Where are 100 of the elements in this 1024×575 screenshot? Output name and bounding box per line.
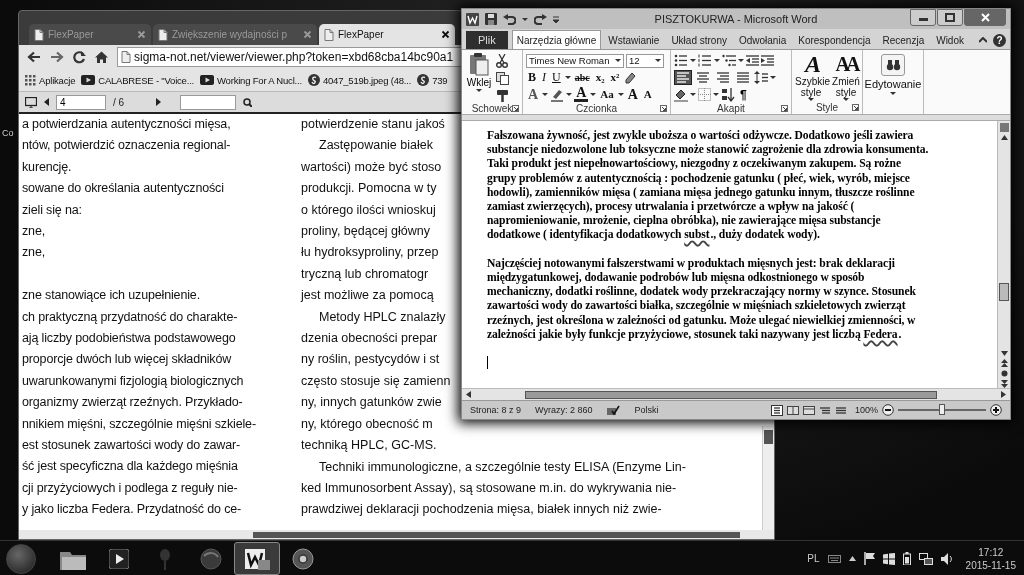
ribbon-tab[interactable]: Widok	[931, 30, 969, 49]
vertical-scrollbar[interactable]	[762, 426, 774, 530]
launcher-icon[interactable]	[852, 104, 859, 111]
ribbon-tab[interactable]: Narzędzia główne	[511, 30, 602, 49]
search-field[interactable]	[180, 94, 237, 110]
bullets-icon[interactable]	[674, 54, 688, 67]
caret-icon[interactable]	[615, 59, 621, 62]
zoom-slider-thumb[interactable]	[939, 404, 945, 415]
editing-button[interactable]: Edytowanie	[866, 52, 920, 95]
vertical-scrollbar[interactable]	[997, 121, 1010, 388]
increase-indent-icon[interactable]	[761, 54, 774, 67]
clear-formatting-icon[interactable]	[623, 71, 637, 84]
caret-icon[interactable]	[566, 93, 573, 96]
taskbar-app[interactable]	[234, 542, 280, 575]
format-button[interactable]: x²	[608, 70, 622, 85]
help-button[interactable]: ?	[993, 33, 1006, 47]
ribbon-tab[interactable]: Odwołania	[733, 30, 792, 49]
format-button[interactable]: abc	[572, 70, 592, 85]
address-field[interactable]: sigma-not.net/viewer/viewer.php?token=xbd68cba14bc90a1	[117, 47, 461, 67]
page-number-field[interactable]: 4	[56, 94, 106, 110]
highlighter-icon[interactable]	[550, 87, 565, 102]
shading-icon[interactable]	[674, 87, 688, 102]
horizontal-scrollbar[interactable]	[462, 388, 1010, 400]
start-button[interactable]	[6, 543, 36, 574]
print-layout-icon[interactable]	[770, 404, 783, 416]
save-icon[interactable]	[485, 13, 497, 25]
minimize-button[interactable]	[910, 9, 936, 26]
align-button[interactable]	[714, 70, 732, 85]
forward-icon[interactable]	[50, 51, 64, 63]
caret-icon[interactable]	[522, 17, 528, 21]
scroll-up-icon[interactable]	[1000, 135, 1008, 140]
bookmark[interactable]: Working For A Nucl...	[200, 74, 302, 86]
redo-icon[interactable]	[534, 13, 547, 25]
caret-icon[interactable]	[690, 59, 696, 62]
scroll-left-icon[interactable]	[466, 391, 471, 398]
previous-page-icon[interactable]	[1000, 359, 1008, 367]
caret-icon[interactable]	[843, 98, 849, 101]
format-button[interactable]: U	[550, 70, 563, 85]
caret-icon[interactable]	[713, 93, 719, 96]
monitor-icon[interactable]	[25, 96, 37, 108]
collapse-ribbon-icon[interactable]	[979, 37, 987, 43]
bookmark[interactable]: 739	[417, 74, 448, 86]
windows-logo-icon[interactable]	[882, 552, 895, 565]
caret-icon[interactable]	[890, 92, 896, 95]
page-indicator[interactable]: Strona: 8 z 9	[470, 405, 522, 415]
caret-icon[interactable]	[714, 59, 720, 62]
home-icon[interactable]	[95, 51, 108, 63]
browse-object-icon[interactable]	[1000, 370, 1008, 377]
full-screen-reading-icon[interactable]	[786, 404, 799, 416]
network-icon[interactable]	[918, 552, 933, 565]
align-button[interactable]	[734, 70, 752, 85]
search-icon[interactable]	[243, 97, 253, 107]
battery-icon[interactable]	[902, 552, 911, 565]
styles-button[interactable]: AA Zmień style	[830, 52, 862, 101]
next-page-icon[interactable]	[156, 98, 162, 106]
customize-menu-icon[interactable]	[553, 15, 559, 23]
font-effect-button[interactable]: A	[574, 87, 589, 102]
shrink-font-button[interactable]: A	[641, 87, 654, 102]
format-painter-icon[interactable]	[496, 89, 509, 103]
multilevel-list-icon[interactable]	[722, 54, 736, 67]
word-count[interactable]: Wyrazy: 2 860	[535, 405, 593, 415]
close-icon[interactable]	[441, 30, 450, 39]
font-effect-button[interactable]: Aa	[598, 87, 616, 102]
draft-icon[interactable]	[834, 404, 847, 416]
volume-icon[interactable]	[940, 552, 952, 565]
caret-icon[interactable]	[738, 59, 744, 62]
line-spacing-icon[interactable]	[754, 71, 768, 84]
undo-icon[interactable]	[503, 13, 516, 25]
desktop-icon-label[interactable]: Co	[2, 128, 14, 138]
scissors-icon[interactable]	[496, 54, 508, 68]
scroll-thumb[interactable]	[999, 283, 1009, 301]
proofing-icon[interactable]	[606, 404, 621, 416]
bookmark[interactable]: 4047_519b.jpeg (48...	[307, 74, 412, 86]
zoom-out-icon[interactable]	[882, 404, 894, 416]
align-button[interactable]	[694, 70, 712, 85]
maximize-button[interactable]	[937, 9, 963, 26]
launcher-icon[interactable]	[781, 104, 788, 112]
zoom-level[interactable]: 100%	[854, 405, 878, 415]
word-app-icon[interactable]	[466, 12, 479, 26]
flag-icon[interactable]	[863, 552, 875, 565]
clock[interactable]: 17:12 2015-11-15	[965, 546, 1016, 571]
caret-icon[interactable]	[808, 98, 814, 101]
scroll-right-icon[interactable]	[1001, 391, 1006, 398]
sort-icon[interactable]	[721, 87, 735, 102]
show-hidden-icons-icon[interactable]	[848, 556, 856, 561]
decrease-indent-icon[interactable]	[746, 54, 759, 67]
outline-icon[interactable]	[818, 404, 831, 416]
close-button[interactable]	[964, 9, 1006, 26]
font-name-field[interactable]: Times New Roman	[526, 53, 624, 68]
numbering-icon[interactable]	[698, 54, 712, 67]
caret-icon[interactable]	[590, 93, 597, 96]
language-indicator[interactable]: Polski	[634, 405, 659, 415]
ribbon-tab[interactable]: Układ strony	[666, 30, 732, 49]
grow-font-button[interactable]: A	[625, 87, 640, 102]
copy-icon[interactable]	[496, 72, 509, 85]
bookmark[interactable]: Aplikacje	[25, 74, 76, 86]
caret-icon[interactable]	[770, 76, 776, 79]
web-layout-icon[interactable]	[802, 404, 815, 416]
format-button[interactable]: x₂	[593, 70, 607, 85]
scroll-thumb[interactable]	[764, 430, 773, 444]
